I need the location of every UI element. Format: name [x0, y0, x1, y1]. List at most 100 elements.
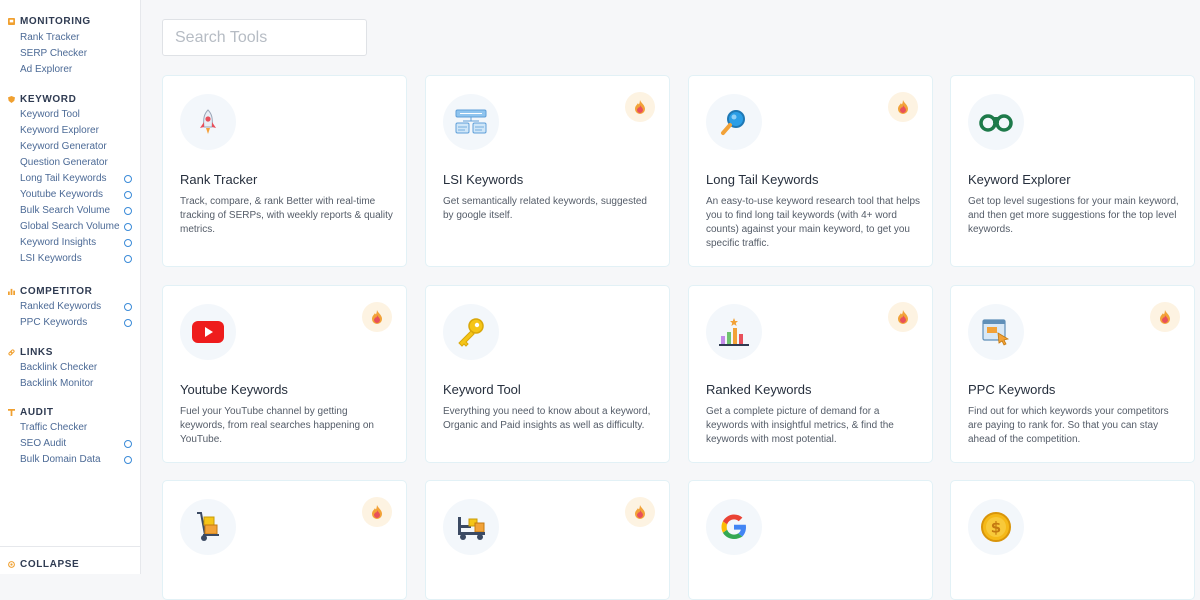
- card-description: Fuel your YouTube channel by getting key…: [180, 406, 374, 445]
- section-title: LINKS: [20, 347, 53, 358]
- tool-card-10[interactable]: [425, 480, 670, 600]
- fire-icon: [372, 505, 382, 519]
- link-icon: [8, 349, 15, 356]
- section-title: KEYWORD: [20, 94, 77, 105]
- sidebar-item-question-generator[interactable]: Question Generator: [20, 155, 134, 171]
- sidebar-item-keyword-tool[interactable]: Keyword Tool: [20, 107, 134, 123]
- divider: [0, 546, 140, 547]
- card-title: Ranked Keywords: [706, 382, 812, 397]
- sidebar-item-bulk-domain-data[interactable]: Bulk Domain Data: [20, 452, 134, 468]
- sidebar-item-keyword-insights[interactable]: Keyword Insights: [20, 235, 134, 251]
- tool-card-11[interactable]: [688, 480, 933, 600]
- collapse-icon: [8, 561, 15, 568]
- circle-icon: [124, 223, 132, 231]
- section-links: LINKS: [8, 347, 53, 358]
- fire-icon: [898, 100, 908, 114]
- circle-icon: [124, 440, 132, 448]
- card-description: Get semantically related keywords, sugge…: [443, 196, 647, 221]
- sidebar-item-label: Ranked Keywords: [20, 301, 102, 312]
- card-description: Everything you need to know about a keyw…: [443, 406, 651, 431]
- icon-wrap: [180, 499, 236, 555]
- sidebar-item-label: Traffic Checker: [20, 422, 88, 433]
- circle-icon: [124, 255, 132, 263]
- section-competitor: COMPETITOR: [8, 286, 92, 297]
- icon-wrap: [180, 304, 236, 360]
- sidebar-item-ad-explorer[interactable]: Ad Explorer: [20, 62, 134, 78]
- card-title: Keyword Tool: [443, 382, 521, 397]
- tool-card-9[interactable]: [162, 480, 407, 600]
- hand-truck-icon: [197, 512, 219, 541]
- collapse-button[interactable]: COLLAPSE: [8, 559, 79, 570]
- sidebar-item-label: Keyword Insights: [20, 237, 97, 248]
- tool-card-keyword-tool[interactable]: Keyword Tool Everything you need to know…: [425, 285, 670, 463]
- shield-icon: [8, 96, 15, 103]
- fire-icon: [1160, 310, 1170, 324]
- section-title: AUDIT: [20, 407, 54, 418]
- sidebar-item-rank-tracker[interactable]: Rank Tracker: [20, 30, 134, 46]
- icon-wrap: [180, 94, 236, 150]
- sidebar-item-label: Bulk Domain Data: [20, 454, 101, 465]
- icon-wrap: [443, 304, 499, 360]
- sidebar-item-ranked-keywords[interactable]: Ranked Keywords: [20, 299, 134, 315]
- section-audit: AUDIT: [8, 407, 54, 418]
- search-input[interactable]: [163, 20, 366, 55]
- circle-icon: [124, 319, 132, 327]
- sidebar-item-keyword-explorer[interactable]: Keyword Explorer: [20, 123, 134, 139]
- icon-wrap: [706, 499, 762, 555]
- sidebar-item-label: Youtube Keywords: [20, 189, 104, 200]
- card-title: Keyword Explorer: [968, 172, 1071, 187]
- circle-icon: [124, 191, 132, 199]
- sidebar-item-label: SEO Audit: [20, 438, 67, 449]
- binoculars-icon: [979, 114, 1013, 132]
- dollar-coin-icon: $: [981, 512, 1011, 542]
- sidebar-item-seo-audit[interactable]: SEO Audit: [20, 436, 134, 452]
- tool-card-youtube-keywords[interactable]: Youtube Keywords Fuel your YouTube chann…: [162, 285, 407, 463]
- circle-icon: [124, 207, 132, 215]
- sidebar-item-traffic-checker[interactable]: Traffic Checker: [20, 420, 134, 436]
- tool-card-long-tail-keywords[interactable]: Long Tail Keywords An easy-to-use keywor…: [688, 75, 933, 267]
- sidebar-item-global-search-volume[interactable]: Global Search Volume: [20, 219, 134, 235]
- card-title: LSI Keywords: [443, 172, 524, 187]
- tool-card-keyword-explorer[interactable]: Keyword Explorer Get top level sugestion…: [950, 75, 1195, 267]
- card-description: Get top level sugestions for your main k…: [968, 196, 1179, 235]
- bar-chart-icon: [8, 288, 15, 295]
- sidebar-item-bulk-search-volume[interactable]: Bulk Search Volume: [20, 203, 134, 219]
- hot-badge: [625, 497, 655, 527]
- sidebar-item-label: Global Search Volume: [20, 221, 120, 232]
- tool-card-ranked-keywords[interactable]: Ranked Keywords Get a complete picture o…: [688, 285, 933, 463]
- fire-icon: [635, 100, 645, 114]
- sidebar-item-backlink-monitor[interactable]: Backlink Monitor: [20, 376, 134, 392]
- sidebar-item-label: Bulk Search Volume: [20, 205, 111, 216]
- card-description: An easy-to-use keyword research tool tha…: [706, 196, 920, 249]
- circle-icon: [124, 456, 132, 464]
- icon-wrap: [706, 94, 762, 150]
- sidebar-item-serp-checker[interactable]: SERP Checker: [20, 46, 134, 62]
- sidebar-item-keyword-generator[interactable]: Keyword Generator: [20, 139, 134, 155]
- ad-click-icon: [982, 319, 1010, 346]
- bar-chart-icon: [719, 318, 749, 346]
- card-title: Long Tail Keywords: [706, 172, 819, 187]
- fire-icon: [372, 310, 382, 324]
- card-title: PPC Keywords: [968, 382, 1056, 397]
- sidebar-item-backlink-checker[interactable]: Backlink Checker: [20, 360, 134, 376]
- sidebar-item-youtube-keywords[interactable]: Youtube Keywords: [20, 187, 134, 203]
- tool-card-ppc-keywords[interactable]: PPC Keywords Find out for which keywords…: [950, 285, 1195, 463]
- sidebar-item-lsi-keywords[interactable]: LSI Keywords: [20, 251, 134, 267]
- circle-icon: [124, 239, 132, 247]
- icon-wrap: $: [968, 499, 1024, 555]
- tool-card-rank-tracker[interactable]: Rank Tracker Track, compare, & rank Bett…: [162, 75, 407, 267]
- icon-wrap: [706, 304, 762, 360]
- sidebar-item-ppc-keywords[interactable]: PPC Keywords: [20, 315, 134, 331]
- tool-card-lsi-keywords[interactable]: LSI Keywords Get semantically related ke…: [425, 75, 670, 267]
- icon-wrap: [443, 94, 499, 150]
- tool-card-12[interactable]: $: [950, 480, 1195, 600]
- youtube-icon: [192, 321, 224, 343]
- hot-badge: [1150, 302, 1180, 332]
- card-title: Youtube Keywords: [180, 382, 288, 397]
- sidebar-item-long-tail-keywords[interactable]: Long Tail Keywords: [20, 171, 134, 187]
- hot-badge: [888, 92, 918, 122]
- section-monitoring: MONITORING: [8, 16, 91, 27]
- hot-badge: [362, 302, 392, 332]
- icon-wrap: [968, 304, 1024, 360]
- text-tool-icon: [8, 409, 15, 416]
